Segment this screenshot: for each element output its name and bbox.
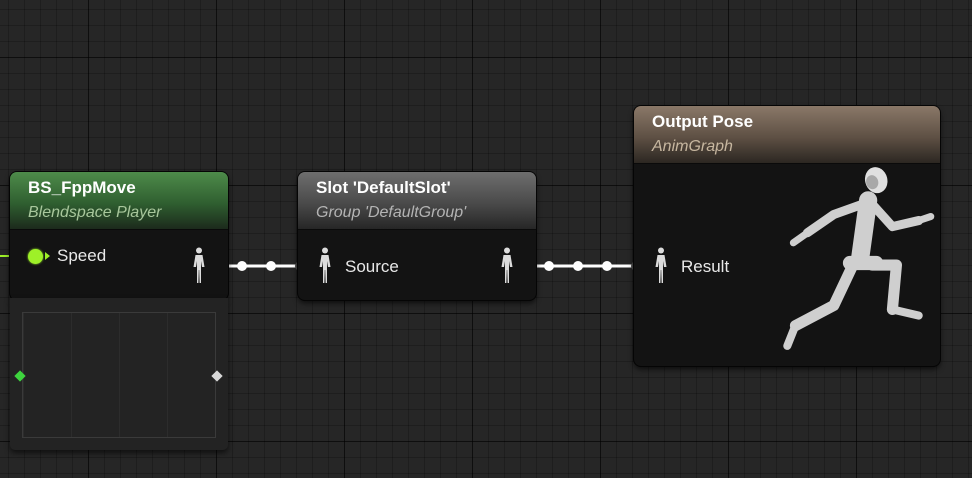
blendspace-preview-grid (22, 312, 216, 438)
slot-node-subtitle: Group 'DefaultGroup' (316, 204, 467, 221)
mannequin-pose-icon[interactable] (500, 247, 514, 285)
slot-node-header[interactable]: Slot 'DefaultSlot' Group 'DefaultGroup' (298, 172, 536, 230)
result-pin-label: Result (681, 257, 730, 276)
running-mannequin-icon (783, 167, 935, 350)
output-pose-node[interactable]: Output Pose AnimGraph Result (634, 106, 940, 366)
speed-pin-label: Speed (57, 246, 107, 265)
slot-node-title: Slot 'DefaultSlot' (316, 178, 451, 197)
source-pin-label: Source (345, 257, 399, 276)
blendspace-node-header[interactable]: BS_FppMove Blendspace Player (10, 172, 228, 230)
mannequin-pose-icon[interactable] (654, 247, 668, 285)
blendspace-node-subtitle: Blendspace Player (28, 204, 162, 221)
anim-graph-canvas[interactable]: BS_FppMove Blendspace Player Speed Slot … (0, 0, 972, 478)
output-pose-node-subtitle: AnimGraph (652, 138, 733, 155)
blendspace-node-title: BS_FppMove (28, 178, 136, 197)
speed-pin-arrow-icon (45, 252, 50, 260)
blendspace-preview-panel[interactable] (10, 298, 228, 450)
slot-node[interactable]: Slot 'DefaultSlot' Group 'DefaultGroup' … (298, 172, 536, 300)
mannequin-pose-icon[interactable] (318, 247, 332, 285)
mannequin-pose-icon[interactable] (192, 247, 206, 285)
output-pose-node-header[interactable]: Output Pose AnimGraph (634, 106, 940, 164)
blendspace-player-node[interactable]: BS_FppMove Blendspace Player Speed (10, 172, 228, 300)
output-pose-node-title: Output Pose (652, 112, 754, 131)
speed-input-pin[interactable] (28, 249, 43, 264)
